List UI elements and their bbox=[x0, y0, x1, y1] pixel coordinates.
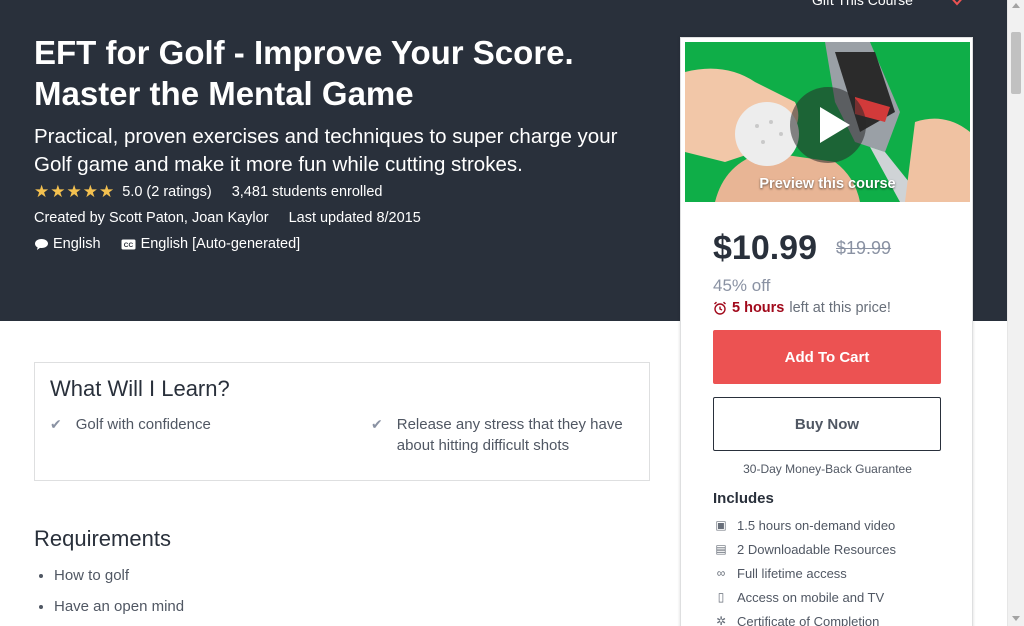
play-icon bbox=[820, 107, 850, 143]
check-icon: ✔ bbox=[371, 416, 383, 432]
last-updated: Last updated 8/2015 bbox=[288, 210, 421, 226]
requirements-heading: Requirements bbox=[34, 526, 171, 551]
include-label: Certificate of Completion bbox=[737, 613, 880, 626]
rating-text[interactable]: 5.0 (2 ratings) bbox=[122, 184, 211, 200]
infinity-icon: ∞ bbox=[716, 566, 726, 580]
star-icon: ★ bbox=[82, 182, 98, 201]
star-icon: ★ bbox=[99, 182, 115, 201]
buy-now-button[interactable]: Buy Now bbox=[713, 397, 941, 451]
heart-icon[interactable] bbox=[946, 0, 968, 8]
includes-list: ▣ 1.5 hours on-demand video ▤ 2 Download… bbox=[713, 513, 896, 626]
scroll-up-icon[interactable] bbox=[1012, 3, 1020, 8]
list-item: ▣ 1.5 hours on-demand video bbox=[713, 513, 896, 537]
enrolled-count: 3,481 students enrolled bbox=[231, 183, 383, 200]
star-icon: ★ bbox=[34, 182, 50, 201]
learn-item-text: Release any stress that they have about … bbox=[396, 416, 623, 454]
star-icon: ★ bbox=[50, 182, 66, 201]
alarm-clock-icon bbox=[714, 301, 726, 315]
list-item: ✲ Certificate of Completion bbox=[713, 609, 896, 626]
star-rating: ★ ★ ★ ★ ★ bbox=[34, 183, 114, 200]
what-will-i-learn: What Will I Learn? ✔ Golf with confidenc… bbox=[34, 362, 650, 481]
speech-bubble-icon bbox=[35, 238, 48, 250]
include-label: 2 Downloadable Resources bbox=[737, 541, 896, 557]
closed-captions-icon: CC bbox=[121, 239, 136, 249]
price-timer: 5 hours left at this price! bbox=[713, 300, 891, 316]
original-price: $19.99 bbox=[836, 238, 892, 258]
course-title: EFT for Golf - Improve Your Score. Maste… bbox=[34, 34, 574, 112]
author-row: Created by Scott Paton, Joan Kaylor Last… bbox=[34, 210, 421, 226]
include-label: 1.5 hours on-demand video bbox=[737, 517, 896, 533]
money-back-guarantee: 30-Day Money-Back Guarantee bbox=[743, 462, 912, 476]
list-item: ∞ Full lifetime access bbox=[713, 561, 896, 585]
include-label: Access on mobile and TV bbox=[737, 589, 885, 605]
certificate-icon: ✲ bbox=[715, 614, 727, 626]
course-preview[interactable]: Preview this course bbox=[685, 42, 970, 202]
rating-row: ★ ★ ★ ★ ★ 5.0 (2 ratings) 3,481 students… bbox=[34, 183, 382, 200]
created-by[interactable]: Created by Scott Paton, Joan Kaylor bbox=[34, 210, 269, 226]
video-icon: ▣ bbox=[715, 518, 727, 532]
list-item: ▤ 2 Downloadable Resources bbox=[713, 537, 896, 561]
add-to-cart-button[interactable]: Add To Cart bbox=[713, 330, 941, 384]
scroll-down-icon[interactable] bbox=[1012, 616, 1020, 621]
timer-hours: 5 hours bbox=[732, 300, 785, 316]
star-icon: ★ bbox=[66, 182, 82, 201]
gift-course-link[interactable]: Gift This Course bbox=[812, 0, 913, 8]
current-price: $10.99 bbox=[713, 229, 817, 267]
discount-percent: 45% off bbox=[713, 276, 771, 295]
purchase-sidebar: Preview this course $10.99 $19.99 45% of… bbox=[680, 37, 973, 626]
learn-item: ✔ Golf with confidence bbox=[50, 414, 320, 435]
list-item: Have an open mind bbox=[54, 596, 184, 626]
course-captions: English [Auto-generated] bbox=[140, 236, 301, 252]
page-scrollbar[interactable] bbox=[1007, 0, 1024, 626]
svg-text:CC: CC bbox=[123, 242, 133, 249]
check-icon: ✔ bbox=[50, 416, 62, 432]
course-language: English bbox=[53, 236, 101, 252]
learn-heading: What Will I Learn? bbox=[50, 376, 230, 401]
list-item: How to golf bbox=[54, 565, 184, 596]
learn-item-text: Golf with confidence bbox=[75, 416, 211, 433]
language-row: English CC English [Auto-generated] bbox=[34, 236, 300, 252]
includes-heading: Includes bbox=[713, 490, 774, 507]
preview-label: Preview this course bbox=[759, 176, 896, 192]
course-subtitle: Practical, proven exercises and techniqu… bbox=[34, 125, 618, 176]
learn-item: ✔ Release any stress that they have abou… bbox=[371, 414, 641, 456]
scroll-thumb[interactable] bbox=[1011, 32, 1021, 94]
mobile-icon: ▯ bbox=[717, 590, 725, 604]
include-label: Full lifetime access bbox=[737, 565, 847, 581]
list-item: ▯ Access on mobile and TV bbox=[713, 585, 896, 609]
play-button[interactable] bbox=[790, 87, 866, 163]
file-icon: ▤ bbox=[715, 542, 727, 556]
timer-text: left at this price! bbox=[789, 300, 891, 316]
requirements-list: How to golf Have an open mind bbox=[54, 565, 184, 626]
